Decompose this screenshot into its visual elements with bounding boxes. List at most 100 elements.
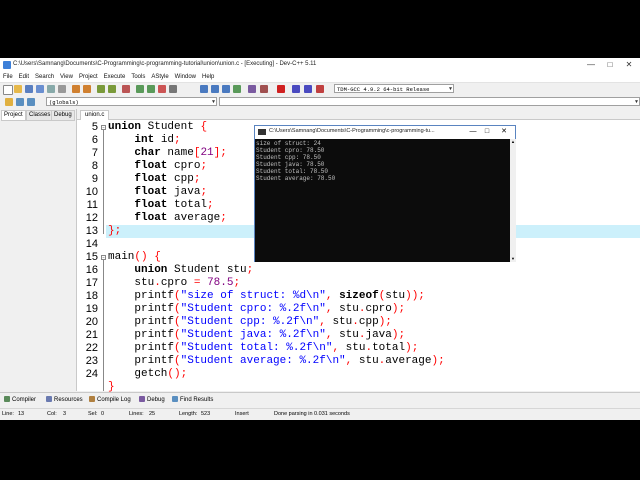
editor-tab-union-c[interactable]: union.c: [80, 110, 110, 120]
tab-resources[interactable]: Resources: [46, 396, 83, 405]
bottom-panel-tabs: Compiler Resources Compile Log Debug Fin…: [0, 392, 640, 407]
status-sel-value: 0: [101, 411, 105, 417]
tab-label: Find Results: [180, 397, 214, 403]
editor-tab-bar: union.c: [77, 109, 640, 120]
new-file-icon[interactable]: [3, 85, 13, 95]
line-number: 21: [85, 329, 98, 341]
find-icon[interactable]: [97, 85, 105, 93]
redo-icon[interactable]: [83, 85, 91, 93]
line-number: 24: [85, 368, 98, 380]
compile-icon[interactable]: [200, 85, 208, 93]
new-project-icon[interactable]: [136, 85, 144, 93]
menu-window[interactable]: Window: [172, 72, 199, 82]
main-toolbar: TDM-GCC 4.9.2 64-bit Release ▼: [0, 83, 640, 95]
line-number: 13: [85, 225, 98, 237]
status-length-label: Length:: [179, 411, 198, 417]
tab-classes[interactable]: Classes: [26, 110, 54, 121]
compile-run-icon[interactable]: [222, 85, 230, 93]
tab-label: Debug: [147, 397, 165, 403]
undo-icon[interactable]: [72, 85, 80, 93]
project-options-icon[interactable]: [169, 85, 177, 93]
line-number: 10: [85, 186, 98, 198]
console-line: Student average: 78.50: [256, 175, 336, 182]
run-icon[interactable]: [211, 85, 219, 93]
tab-debug[interactable]: Debug: [51, 110, 75, 121]
line-number: 14: [85, 238, 98, 250]
tab-compiler[interactable]: Compiler: [4, 396, 36, 405]
code-line: printf("Student java: %.2f\n", stu.java)…: [108, 329, 406, 341]
console-line: Student total: 78.50: [256, 168, 329, 175]
stop-execution-icon[interactable]: [277, 85, 285, 93]
code-line: getch();: [108, 368, 188, 380]
scroll-up-icon[interactable]: ▲: [510, 139, 516, 145]
status-lines-label: Lines:: [129, 411, 144, 417]
goto-bookmark-icon[interactable]: [27, 98, 35, 106]
console-maximize-button[interactable]: □: [480, 126, 494, 138]
close-file-icon[interactable]: [47, 85, 55, 93]
close-button[interactable]: ✕: [622, 58, 636, 72]
console-window[interactable]: C:\Users\Samnang\Documents\C-Programming…: [254, 125, 516, 262]
line-number: 7: [91, 147, 98, 159]
tab-debug-output[interactable]: Debug: [139, 396, 165, 405]
goto-icon[interactable]: [122, 85, 130, 93]
console-scrollbar[interactable]: ▲ ▼: [510, 139, 516, 262]
code-line: float average;: [134, 212, 227, 224]
compiler-select[interactable]: TDM-GCC 4.9.2 64-bit Release ▼: [334, 84, 454, 93]
tab-find-results[interactable]: Find Results: [172, 396, 213, 405]
code-line: float cpp;: [134, 173, 201, 185]
resources-icon: [46, 396, 52, 403]
tab-label: Compiler: [12, 397, 37, 403]
member-select[interactable]: ▼: [219, 97, 640, 106]
menu-execute[interactable]: Execute: [101, 72, 129, 82]
status-lines-value: 25: [149, 411, 156, 417]
minimize-button[interactable]: —: [584, 58, 598, 72]
rebuild-icon[interactable]: [233, 85, 241, 93]
console-line: Student java: 78.50: [256, 161, 325, 168]
scroll-down-icon[interactable]: ▼: [510, 256, 516, 262]
menu-help[interactable]: Help: [199, 72, 217, 82]
scope-select[interactable]: (globals) ▼: [46, 97, 217, 106]
toggle-bookmark-icon[interactable]: [16, 98, 24, 106]
menu-tools[interactable]: Tools: [128, 72, 148, 82]
secondary-toolbar: (globals) ▼ ▼: [0, 96, 640, 108]
add-file-icon[interactable]: [147, 85, 155, 93]
code-line: printf("Student cpp: %.2f\n", stu.cpp);: [108, 316, 392, 328]
delete-profile-icon[interactable]: [316, 85, 324, 93]
console-close-button[interactable]: ✕: [497, 126, 511, 138]
console-output: size of struct: 24 Student cpro: 78.50 S…: [255, 139, 510, 262]
menu-view[interactable]: View: [57, 72, 76, 82]
syntax-check-icon[interactable]: [304, 85, 312, 93]
replace-icon[interactable]: [108, 85, 116, 93]
console-line: Student cpp: 78.50: [256, 154, 321, 161]
line-number: 11: [86, 199, 98, 211]
code-line: stu.cpro = 78.5;: [108, 277, 241, 289]
tab-compile-log[interactable]: Compile Log: [89, 396, 131, 405]
save-all-icon[interactable]: [36, 85, 44, 93]
code-line: printf("Student cpro: %.2f\n", stu.cpro)…: [108, 303, 406, 315]
title-bar: C:\Users\Samnang\Documents\C-Programming…: [0, 58, 640, 72]
menu-file[interactable]: File: [0, 72, 16, 82]
menu-bar: File Edit Search View Project Execute Tools ASt…: [0, 72, 640, 83]
menu-project[interactable]: Project: [76, 72, 101, 82]
remove-file-icon[interactable]: [158, 85, 166, 93]
code-line: };: [108, 225, 122, 237]
menu-edit[interactable]: Edit: [16, 72, 32, 82]
save-icon[interactable]: [25, 85, 33, 93]
class-browser-icon[interactable]: [292, 85, 300, 93]
tab-project[interactable]: Project: [1, 110, 26, 121]
line-number: 16: [85, 264, 98, 276]
console-minimize-button[interactable]: —: [466, 126, 480, 138]
menu-search[interactable]: Search: [32, 72, 57, 82]
profile-icon[interactable]: [260, 85, 268, 93]
code-line: main() {: [108, 251, 161, 263]
code-line: char name[21];: [134, 147, 227, 159]
maximize-button[interactable]: □: [603, 58, 617, 72]
debug-icon[interactable]: [248, 85, 256, 93]
insert-icon[interactable]: [5, 98, 13, 106]
console-line: Student cpro: 78.50: [256, 147, 325, 154]
open-folder-icon[interactable]: [14, 85, 22, 93]
print-icon[interactable]: [58, 85, 66, 93]
menu-astyle[interactable]: AStyle: [148, 72, 171, 82]
compile-log-icon: [89, 396, 95, 403]
status-message: Done parsing in 0.031 seconds: [274, 411, 350, 417]
